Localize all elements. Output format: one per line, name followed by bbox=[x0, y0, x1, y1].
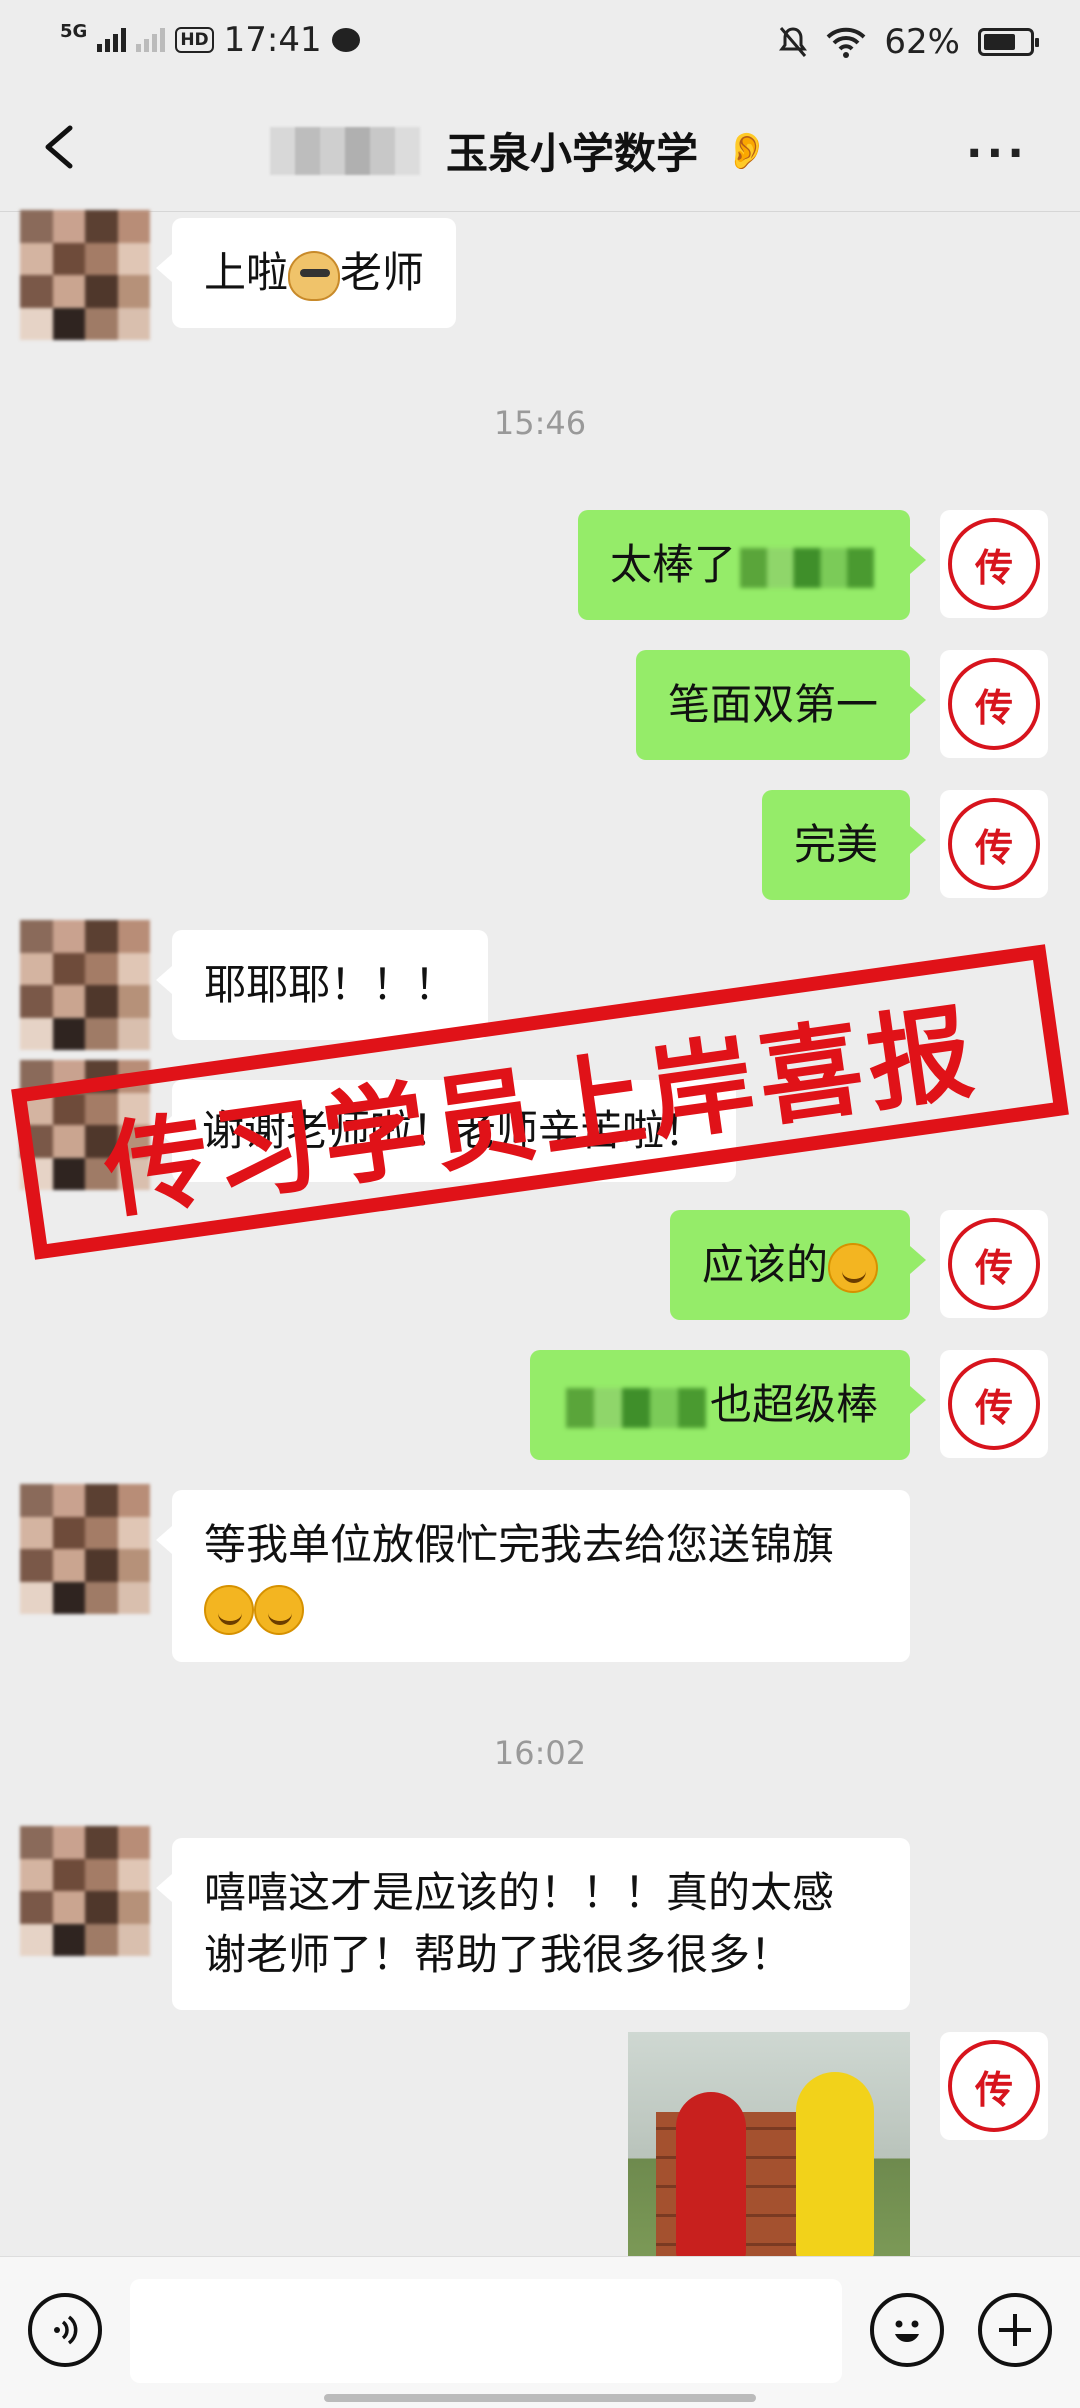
message-text: 应该的 bbox=[701, 1240, 828, 1289]
teacher-avatar[interactable]: 传 bbox=[940, 2032, 1048, 2140]
message-text: 耶耶耶！！！ bbox=[204, 960, 457, 1009]
input-bar bbox=[0, 2256, 1080, 2408]
message-bubble[interactable]: 完美 bbox=[761, 790, 927, 900]
battery-icon bbox=[978, 28, 1039, 56]
avatar[interactable] bbox=[20, 1826, 150, 1956]
signal-2-icon bbox=[136, 28, 166, 52]
shy-emoji-icon bbox=[254, 1584, 304, 1635]
message-text: 完美 bbox=[793, 820, 878, 869]
message-bubble[interactable]: 上啦 老师 bbox=[155, 218, 457, 328]
shy-emoji-icon bbox=[204, 1584, 254, 1635]
message-bubble[interactable]: 也超级棒 bbox=[529, 1350, 927, 1460]
chevron-left-icon[interactable] bbox=[40, 124, 80, 170]
red-character bbox=[676, 2092, 746, 2262]
shy-emoji-icon bbox=[828, 1242, 878, 1293]
ear-icon: 👂 bbox=[724, 130, 769, 172]
avatar[interactable] bbox=[20, 1484, 150, 1614]
chat-title: 玉泉小学数学 bbox=[446, 129, 699, 178]
network-type: 5G bbox=[60, 21, 88, 42]
teacher-avatar[interactable]: 传 bbox=[940, 650, 1048, 758]
seal-logo-icon: 传 bbox=[948, 1218, 1040, 1310]
cat-emoji-icon bbox=[288, 250, 341, 301]
blurred-text bbox=[565, 1387, 706, 1428]
hd-badge: HD bbox=[175, 27, 214, 53]
yellow-character bbox=[796, 2072, 874, 2262]
message-bubble[interactable]: 笔面双第一 bbox=[635, 650, 927, 760]
status-time: 17:41 bbox=[223, 20, 322, 60]
home-indicator[interactable] bbox=[324, 2394, 756, 2402]
message-text: 嘻嘻这才是应该的！！！真的太感 bbox=[204, 1868, 835, 1917]
plus-icon[interactable] bbox=[978, 2293, 1052, 2367]
seal-logo-icon: 传 bbox=[948, 518, 1040, 610]
message-bubble[interactable]: 应该的 bbox=[669, 1210, 927, 1320]
message-text: 老师 bbox=[340, 248, 425, 297]
emoji-icon[interactable] bbox=[870, 2293, 944, 2367]
message-text: 等我单位放假忙完我去给您送锦旗 bbox=[204, 1520, 835, 1569]
teacher-avatar[interactable]: 传 bbox=[940, 1350, 1048, 1458]
more-dots-icon[interactable]: ··· bbox=[966, 128, 1028, 179]
message-text: 太棒了 bbox=[609, 540, 736, 589]
seal-logo-icon: 传 bbox=[948, 1358, 1040, 1450]
signal-icon bbox=[97, 28, 127, 52]
message-bubble[interactable]: 等我单位放假忙完我去给您送锦旗 bbox=[156, 1490, 910, 1662]
seal-logo-icon: 传 bbox=[948, 2040, 1040, 2132]
message-bubble[interactable]: 太棒了 bbox=[577, 510, 927, 620]
status-bar: 5G HD 17:41 62% bbox=[0, 0, 1080, 82]
blurred-text bbox=[740, 547, 874, 588]
timestamp: 16:02 bbox=[493, 1734, 587, 1772]
chat-header: 玉泉小学数学 👂 ··· bbox=[0, 82, 1080, 212]
mute-icon bbox=[779, 27, 808, 57]
blurred-group-name bbox=[270, 126, 420, 175]
timestamp: 15:46 bbox=[493, 404, 587, 442]
message-text: 也超级棒 bbox=[709, 1380, 878, 1429]
message-text: 谢老师了！帮助了我很多很多！ bbox=[204, 1930, 793, 1979]
teacher-avatar[interactable]: 传 bbox=[940, 1210, 1048, 1318]
message-text: 上啦 bbox=[204, 248, 289, 297]
avatar[interactable] bbox=[20, 920, 150, 1050]
battery-percent: 62% bbox=[884, 22, 960, 62]
message-input[interactable] bbox=[130, 2279, 842, 2383]
message-text: 笔面双第一 bbox=[667, 680, 878, 729]
seal-logo-icon: 传 bbox=[948, 658, 1040, 750]
avatar[interactable] bbox=[20, 210, 150, 340]
teacher-avatar[interactable]: 传 bbox=[940, 790, 1048, 898]
teacher-avatar[interactable]: 传 bbox=[940, 510, 1048, 618]
message-bubble[interactable]: 嘻嘻这才是应该的！！！真的太感 谢老师了！帮助了我很多很多！ bbox=[156, 1838, 910, 2010]
wifi-icon bbox=[827, 27, 866, 58]
image-message[interactable] bbox=[628, 2032, 910, 2262]
message-bubble[interactable]: 耶耶耶！！！ bbox=[155, 930, 489, 1040]
message-notification-icon bbox=[331, 28, 360, 52]
seal-logo-icon: 传 bbox=[948, 798, 1040, 890]
voice-icon[interactable] bbox=[28, 2293, 102, 2367]
